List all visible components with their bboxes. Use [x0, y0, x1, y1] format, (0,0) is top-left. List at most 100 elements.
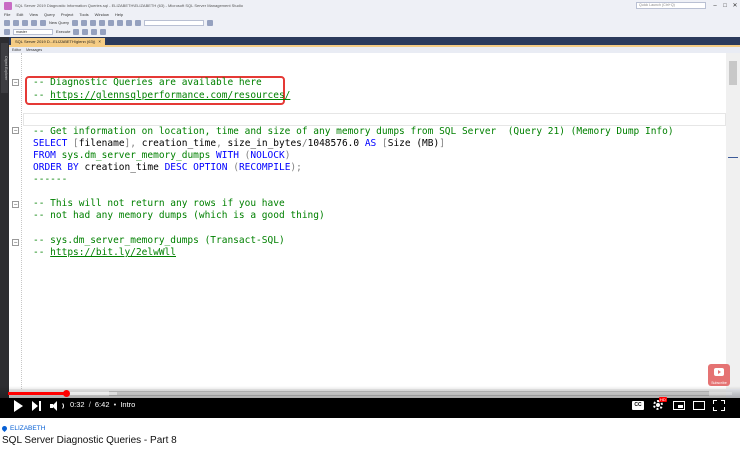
channel-name[interactable]: ELIZABETH — [10, 425, 45, 432]
code-token: sys.dm_server_memory_dumps — [61, 150, 217, 161]
code-line[interactable]: -- Get information on location, time and… — [33, 126, 674, 138]
fold-toggle-icon[interactable]: − — [12, 127, 19, 134]
video-player[interactable]: SQL Server 2019 Diagnostic Information Q… — [0, 0, 740, 418]
minimize-button[interactable]: – — [710, 1, 720, 11]
youtube-logo-icon — [714, 368, 724, 376]
code-token: WITH — [216, 150, 245, 161]
cut-icon[interactable] — [99, 19, 106, 26]
query-editor[interactable]: − − − − -- Diagnostic Queries are availa… — [9, 53, 726, 389]
find-combo[interactable] — [144, 19, 205, 26]
forward-icon[interactable] — [13, 19, 19, 26]
vertical-scroll-thumb[interactable] — [729, 61, 737, 85]
save-icon[interactable] — [40, 19, 46, 26]
indent-icon[interactable] — [100, 28, 107, 35]
code-token: ) — [284, 150, 291, 161]
subscribe-label: Subscribe — [711, 381, 727, 385]
video-title: SQL Server Diagnostic Queries - Part 8 — [2, 435, 177, 446]
undo-icon[interactable] — [126, 19, 133, 26]
connect-icon[interactable] — [4, 28, 10, 35]
code-token: creation_time — [141, 138, 217, 149]
chapter-title[interactable]: Intro — [120, 400, 135, 409]
database-select[interactable]: master — [13, 28, 53, 35]
parse-icon[interactable] — [73, 28, 80, 35]
xmla-icon[interactable] — [90, 19, 97, 26]
new-query-button[interactable]: New Query — [49, 20, 69, 25]
channel-link[interactable]: ELIZABETH — [0, 424, 45, 433]
code-token: SELECT — [33, 138, 74, 149]
comment-icon[interactable] — [91, 28, 98, 35]
tab-label: SQL Server 2019 D...ELIZABETH\glenn (63)… — [15, 39, 96, 44]
code-token: DESC OPTION — [164, 162, 234, 173]
object-explorer-tab[interactable]: Object Explorer — [1, 43, 8, 93]
messages-pane-tab[interactable]: Messages — [26, 48, 42, 52]
code-line[interactable]: FROM sys.dm_server_memory_dumps WITH (NO… — [33, 150, 290, 162]
back-icon[interactable] — [4, 19, 10, 26]
ssms-window: SQL Server 2019 Diagnostic Information Q… — [0, 0, 740, 398]
fold-toggle-icon[interactable]: − — [12, 239, 19, 246]
results-grid-icon[interactable] — [82, 28, 89, 35]
code-line[interactable]: -- not had any memory dumps (which is a … — [33, 210, 325, 222]
document-tabs: SQL Server 2019 D...ELIZABETH\glenn (63)… — [9, 37, 740, 47]
ssms-app-icon — [4, 1, 12, 10]
hd-badge: HD — [659, 397, 667, 402]
fold-toggle-icon[interactable]: − — [12, 79, 19, 86]
code-token: Size (MB) — [387, 138, 440, 149]
next-icon[interactable] — [32, 401, 42, 411]
menu-query[interactable]: Query — [44, 12, 55, 17]
menu-file[interactable]: File — [4, 12, 10, 17]
location-pin-icon — [0, 424, 9, 433]
settings-gear-icon[interactable]: HD — [652, 397, 667, 411]
vertical-scrollbar[interactable] — [726, 53, 740, 389]
code-line[interactable]: -- https://glennsqlperformance.com/resou… — [33, 90, 290, 102]
code-hyperlink[interactable]: https://bit.ly/2elwWll — [50, 247, 176, 258]
execute-button[interactable]: Execute — [56, 29, 70, 34]
code-line[interactable]: -- This will not return any rows if you … — [33, 198, 285, 210]
menu-bar: File Edit View Query Project Tools Windo… — [0, 11, 740, 18]
tab-close-icon[interactable]: × — [98, 38, 101, 46]
mdx-icon[interactable] — [72, 19, 79, 26]
menu-edit[interactable]: Edit — [16, 12, 23, 17]
menu-window[interactable]: Window — [95, 12, 109, 17]
code-line[interactable]: -- sys.dm_server_memory_dumps (Transact-… — [33, 235, 285, 247]
code-token: ORDER BY — [33, 162, 85, 173]
code-token: AS — [364, 138, 382, 149]
fullscreen-icon[interactable] — [713, 400, 725, 411]
played-bar — [8, 392, 66, 395]
play-icon[interactable] — [14, 400, 23, 412]
progress-bar[interactable] — [8, 390, 732, 397]
new-file-icon[interactable] — [22, 19, 28, 26]
code-hyperlink[interactable]: https://glennsqlperformance.com/resource… — [50, 90, 290, 101]
menu-tools[interactable]: Tools — [79, 12, 88, 17]
theater-mode-icon[interactable] — [693, 401, 705, 410]
miniplayer-icon[interactable] — [673, 401, 685, 410]
fold-toggle-icon[interactable]: − — [12, 201, 19, 208]
captions-icon[interactable]: CC — [632, 401, 644, 410]
code-token: FROM — [33, 150, 62, 161]
properties-icon[interactable] — [207, 19, 214, 26]
editor-pane-tab[interactable]: Editor — [12, 48, 21, 52]
menu-view[interactable]: View — [29, 12, 38, 17]
dmx-icon[interactable] — [81, 19, 88, 26]
code-line[interactable]: -- Diagnostic Queries are available here — [33, 77, 262, 89]
code-line[interactable]: ------ — [33, 174, 67, 186]
volume-icon[interactable] — [50, 401, 64, 411]
subscribe-watermark[interactable]: Subscribe — [708, 364, 730, 386]
menu-help[interactable]: Help — [115, 12, 123, 17]
menu-project[interactable]: Project — [61, 12, 73, 17]
copy-icon[interactable] — [108, 19, 115, 26]
close-button[interactable]: ✕ — [730, 1, 740, 11]
code-token: ------ — [33, 174, 68, 185]
tab-query-file[interactable]: SQL Server 2019 D...ELIZABETH\glenn (63)… — [11, 38, 105, 46]
open-icon[interactable] — [31, 19, 37, 26]
code-token: ] — [439, 138, 445, 149]
code-line[interactable]: -- https://bit.ly/2elwWll — [33, 247, 176, 259]
code-token: 1048576.0 — [307, 138, 365, 149]
redo-icon[interactable] — [135, 19, 142, 26]
side-panel: Object Explorer — [0, 37, 9, 398]
code-line[interactable]: ORDER BY creation_time DESC OPTION (RECO… — [33, 162, 302, 174]
paste-icon[interactable] — [117, 19, 124, 26]
title-bar: SQL Server 2019 Diagnostic Information Q… — [0, 0, 740, 11]
maximize-button[interactable]: □ — [720, 1, 730, 11]
code-line[interactable]: SELECT [filename], creation_time, size_i… — [33, 138, 445, 150]
quick-launch-input[interactable]: Quick Launch (Ctrl+Q) — [636, 2, 706, 9]
